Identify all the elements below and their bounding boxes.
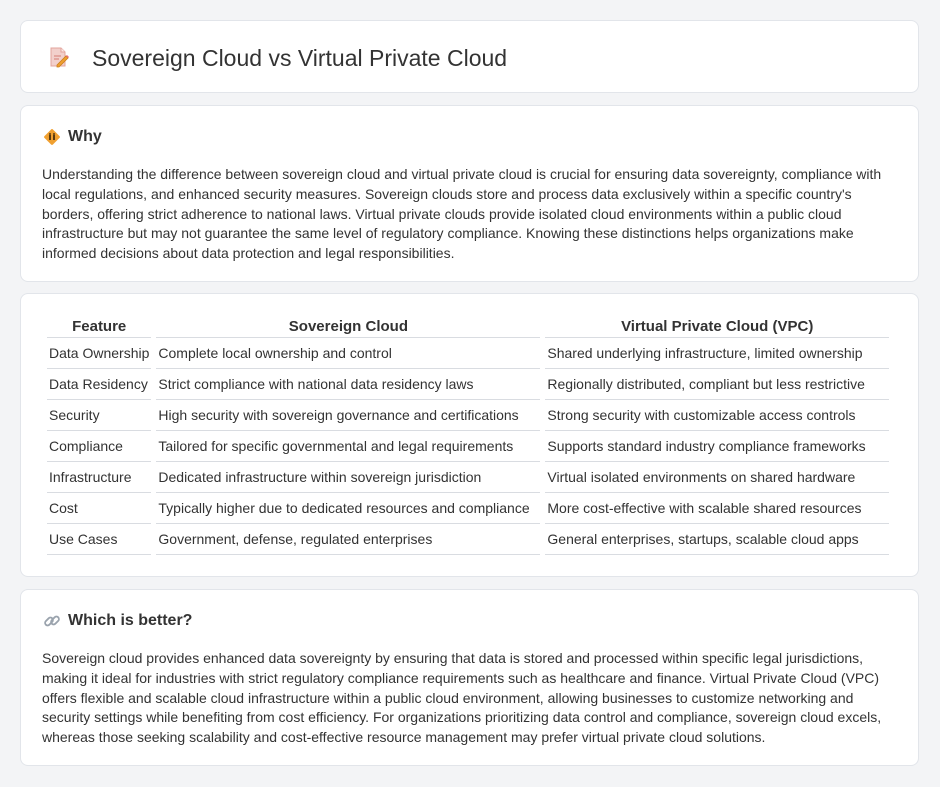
table-row: Compliance Tailored for specific governm… [47,431,889,462]
column-header-vpc: Virtual Private Cloud (VPC) [545,316,889,338]
table-row: Cost Typically higher due to dedicated r… [47,493,889,524]
link-icon [43,612,61,630]
comparison-section: Feature Sovereign Cloud Virtual Private … [20,293,919,577]
row-sovereign-value: Typically higher due to dedicated resour… [156,493,541,524]
row-sovereign-value: Strict compliance with national data res… [156,369,541,400]
why-text: Understanding the difference between sov… [42,166,882,262]
table-row: Infrastructure Dedicated infrastructure … [47,462,889,493]
row-sovereign-value: Government, defense, regulated enterpris… [156,524,541,555]
row-feature: Data Ownership [47,338,152,369]
row-vpc-value: Shared underlying infrastructure, limite… [545,338,889,369]
row-vpc-value: Strong security with customizable access… [545,400,889,431]
row-vpc-value: More cost-effective with scalable shared… [545,493,889,524]
title-card: Sovereign Cloud vs Virtual Private Cloud [20,20,919,93]
table-row: Data Ownership Complete local ownership … [47,338,889,369]
row-vpc-value: General enterprises, startups, scalable … [545,524,889,555]
row-feature: Compliance [47,431,152,462]
document-pencil-icon [48,46,70,68]
table-row: Use Cases Government, defense, regulated… [47,524,889,555]
row-vpc-value: Supports standard industry compliance fr… [545,431,889,462]
table-row: Data Residency Strict compliance with na… [47,369,889,400]
table-header-row: Feature Sovereign Cloud Virtual Private … [47,316,889,338]
row-feature: Cost [47,493,152,524]
why-title: Why [68,128,102,145]
table-row: Security High security with sovereign go… [47,400,889,431]
row-sovereign-value: High security with sovereign governance … [156,400,541,431]
page-title: Sovereign Cloud vs Virtual Private Cloud [92,45,508,71]
row-feature: Data Residency [47,369,152,400]
row-vpc-value: Virtual isolated environments on shared … [545,462,889,493]
row-feature: Infrastructure [47,462,152,493]
row-vpc-value: Regionally distributed, compliant but le… [545,369,889,400]
which-is-better-title: Which is better? [68,612,193,629]
diamond-sign-icon [43,128,61,146]
comparison-table: Feature Sovereign Cloud Virtual Private … [42,316,894,555]
column-header-sovereign-cloud: Sovereign Cloud [156,316,541,338]
column-header-feature: Feature [47,316,152,338]
row-sovereign-value: Tailored for specific governmental and l… [156,431,541,462]
row-feature: Use Cases [47,524,152,555]
why-section: Why Understanding the difference between… [20,105,919,282]
row-sovereign-value: Complete local ownership and control [156,338,541,369]
which-is-better-section: Which is better? Sovereign cloud provide… [20,589,919,766]
row-sovereign-value: Dedicated infrastructure within sovereig… [156,462,541,493]
row-feature: Security [47,400,152,431]
which-is-better-text: Sovereign cloud provides enhanced data s… [42,650,882,746]
